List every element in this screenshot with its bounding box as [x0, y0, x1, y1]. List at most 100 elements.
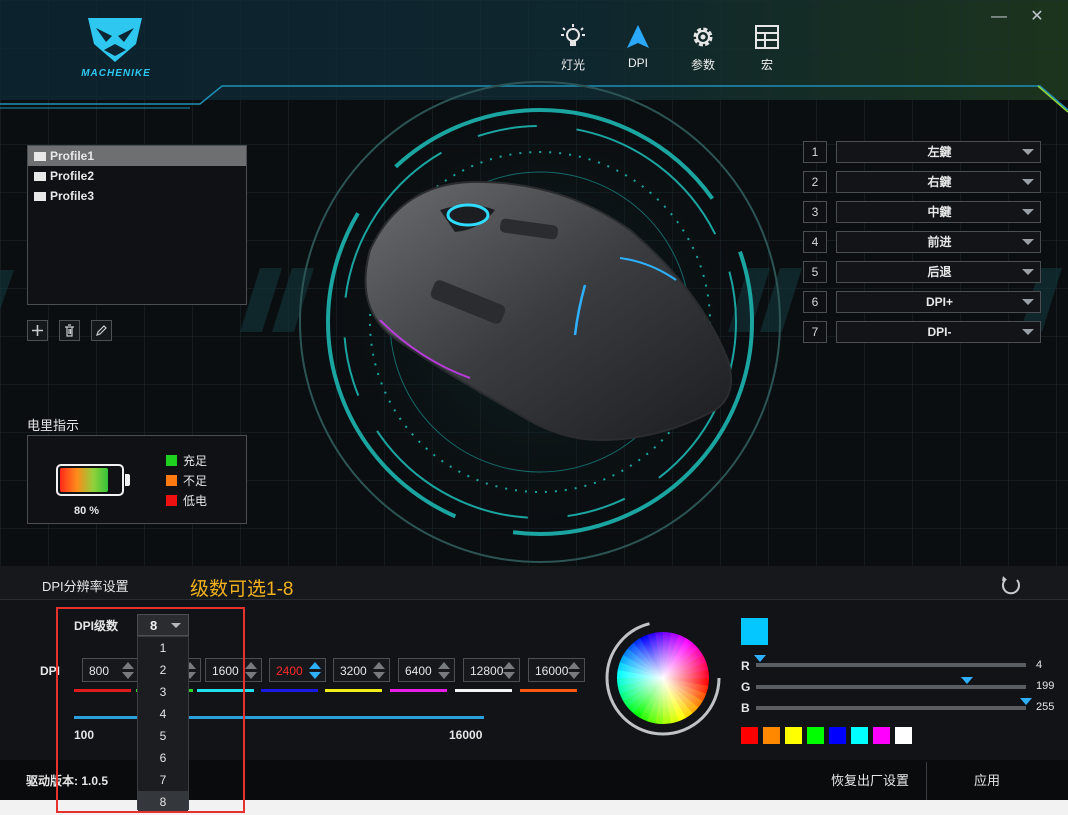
dpi-slider[interactable]	[74, 716, 484, 719]
blue-slider[interactable]	[756, 698, 1032, 710]
bulb-icon	[561, 24, 585, 46]
battery-icon	[56, 464, 124, 496]
button-number: 4	[803, 231, 827, 253]
nav-params[interactable]: 参数	[681, 24, 725, 73]
dpi-level-select[interactable]: 8	[137, 614, 189, 636]
dpi-value-input[interactable]: 800	[82, 658, 139, 682]
dropdown-option[interactable]: 2	[138, 659, 188, 681]
color-preset-swatch[interactable]	[807, 727, 824, 744]
gear-icon	[693, 27, 713, 47]
green-value: 199	[1036, 680, 1055, 692]
battery-legend-full: 充足	[166, 452, 207, 468]
color-preview	[741, 618, 768, 645]
blue-label: B	[741, 701, 750, 715]
add-profile-button[interactable]	[27, 320, 48, 341]
profile-item[interactable]: Profile2	[28, 166, 246, 186]
dpi-stepper-icon[interactable]	[568, 662, 582, 680]
chevron-down-icon	[1022, 239, 1034, 245]
color-preset-swatch[interactable]	[763, 727, 780, 744]
color-preset-swatch[interactable]	[741, 727, 758, 744]
battery-panel: 80 % 充足 不足 低电	[27, 435, 247, 524]
button-function-select[interactable]: DPI-	[836, 321, 1041, 343]
chevron-down-icon	[1022, 299, 1034, 305]
dpi-value-input[interactable]: 1600	[205, 658, 262, 682]
dpi-value-input[interactable]: 3200	[333, 658, 390, 682]
button-function-label: 中鍵	[927, 205, 952, 219]
dpi-level-color-bar	[74, 689, 131, 692]
dpi-level-color-bar	[261, 689, 318, 692]
nav-dpi[interactable]: DPI	[616, 24, 660, 70]
legend-swatch	[166, 494, 177, 506]
dropdown-option[interactable]: 1	[138, 637, 188, 659]
dropdown-option[interactable]: 5	[138, 725, 188, 747]
button-function-select[interactable]: 前进	[836, 231, 1041, 253]
chevron-down-icon	[1022, 209, 1034, 215]
nav-macro[interactable]: 宏	[745, 24, 789, 73]
green-slider-thumb[interactable]	[960, 677, 973, 684]
button-function-select[interactable]: 右鍵	[836, 171, 1041, 193]
dpi-value-input[interactable]: 12800	[463, 658, 520, 682]
dropdown-option[interactable]: 6	[138, 747, 188, 769]
red-slider-thumb[interactable]	[754, 655, 767, 662]
button-map-row: 6 DPI+	[803, 291, 1041, 313]
dpi-level-color-bar	[390, 689, 447, 692]
color-wheel[interactable]	[605, 620, 721, 736]
dpi-stepper-icon[interactable]	[373, 662, 387, 680]
dropdown-option[interactable]: 7	[138, 769, 188, 791]
dpi-stepper-icon[interactable]	[245, 662, 259, 680]
button-function-select[interactable]: 中鍵	[836, 201, 1041, 223]
dpi-value: 12800	[470, 664, 504, 678]
green-slider[interactable]	[756, 677, 1026, 689]
color-wheel-graphic	[605, 620, 721, 736]
profile-item[interactable]: Profile3	[28, 186, 246, 206]
color-preset-swatch[interactable]	[851, 727, 868, 744]
close-button[interactable]: ✕	[1026, 6, 1048, 28]
dpi-stepper-icon[interactable]	[309, 662, 323, 680]
dpi-stepper-icon[interactable]	[503, 662, 517, 680]
delete-profile-button[interactable]	[59, 320, 80, 341]
blue-slider-thumb[interactable]	[1020, 698, 1032, 705]
minimize-button[interactable]: —	[988, 6, 1010, 28]
nav-lighting[interactable]: 灯光	[551, 24, 595, 73]
reset-dpi-button[interactable]	[1000, 574, 1022, 596]
refresh-icon	[1001, 576, 1020, 595]
dpi-slider-min: 100	[74, 728, 95, 742]
legend-label: 低电	[183, 493, 208, 508]
factory-reset-button[interactable]: 恢复出厂设置	[815, 762, 925, 800]
nav-dpi-label: DPI	[627, 56, 648, 70]
button-function-select[interactable]: 后退	[836, 261, 1041, 283]
button-function-label: DPI-	[927, 325, 952, 339]
dpi-stepper-icon[interactable]	[438, 662, 452, 680]
dropdown-option[interactable]: 4	[138, 703, 188, 725]
dpi-stepper-icon[interactable]	[122, 662, 136, 680]
profile-label: Profile1	[50, 149, 95, 163]
dpi-level-dropdown: 1 2 3 4 5 6 7 8	[137, 636, 189, 813]
color-preset-swatch[interactable]	[895, 727, 912, 744]
add-icon	[32, 325, 43, 336]
dropdown-option[interactable]: 3	[138, 681, 188, 703]
dropdown-option[interactable]: 8	[138, 791, 188, 813]
profile-list: Profile1 Profile2 Profile3	[27, 145, 247, 305]
dpi-value-input[interactable]: 6400	[398, 658, 455, 682]
nav-params-label: 参数	[690, 58, 715, 72]
folder-icon	[34, 191, 46, 201]
dpi-value-input[interactable]: 16000	[528, 658, 585, 682]
machenike-logo-icon	[88, 18, 142, 62]
battery-legend-low: 不足	[166, 472, 207, 488]
apply-button[interactable]: 应用	[927, 762, 1047, 800]
button-function-select[interactable]: 左鍵	[836, 141, 1041, 163]
profile-item[interactable]: Profile1	[28, 146, 246, 166]
color-preset-swatch[interactable]	[785, 727, 802, 744]
dpi-value-input[interactable]: 2400	[269, 658, 326, 682]
legend-label: 不足	[183, 473, 208, 488]
color-preset-swatch[interactable]	[829, 727, 846, 744]
button-map-row: 2 右鍵	[803, 171, 1041, 193]
rename-profile-button[interactable]	[91, 320, 112, 341]
color-preset-swatch[interactable]	[873, 727, 890, 744]
red-slider[interactable]	[754, 655, 1026, 667]
battery-title: 电里指示	[27, 418, 80, 433]
button-function-select[interactable]: DPI+	[836, 291, 1041, 313]
blue-value: 255	[1036, 701, 1055, 713]
button-map-row: 1 左鍵	[803, 141, 1041, 163]
button-function-label: 右鍵	[927, 175, 952, 189]
